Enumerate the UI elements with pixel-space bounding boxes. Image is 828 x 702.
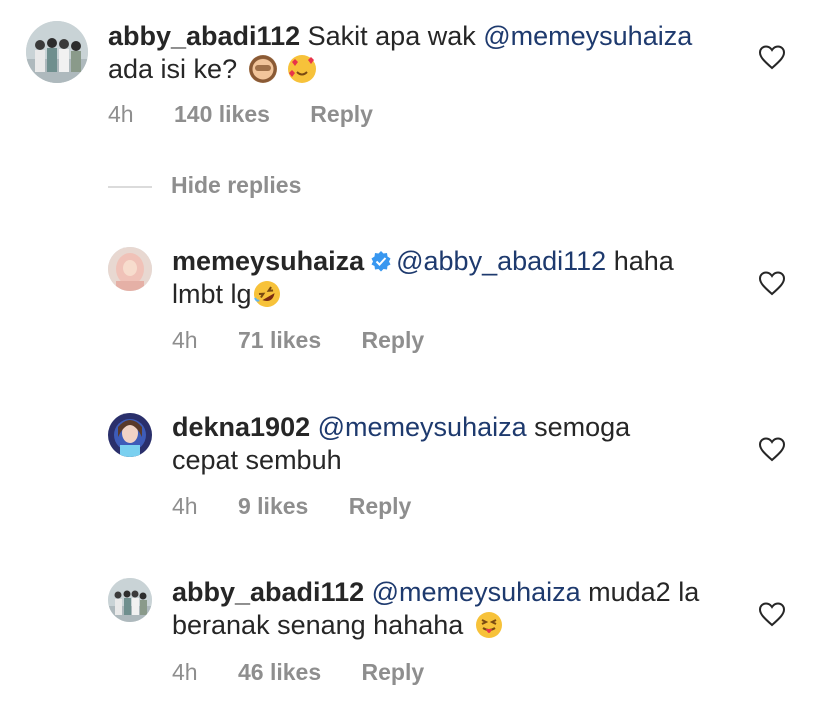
- reply-text-2: beranak senang hahaha: [172, 610, 464, 640]
- reply-text: haha: [606, 246, 674, 276]
- reply-time: 4h: [172, 327, 198, 353]
- smiling-face-with-hearts-emoji: [288, 55, 317, 83]
- comment-likes[interactable]: 140 likes: [174, 101, 270, 128]
- reply-body: memeysuhaiza @abby_abadi112 haha lmbt lg: [172, 245, 742, 311]
- avatar-character: [108, 413, 152, 457]
- reply-body: dekna1902 @memeysuhaiza semoga cepat sem…: [172, 411, 742, 477]
- comment-meta: 4h 140 likes Reply: [108, 101, 373, 128]
- reply-meta: 4h 9 likes Reply: [172, 493, 411, 520]
- comment-time: 4h: [108, 101, 134, 127]
- reply-time: 4h: [172, 493, 198, 519]
- reply-username[interactable]: dekna1902: [172, 412, 310, 442]
- avatar[interactable]: [26, 21, 88, 83]
- reply-likes[interactable]: 9 likes: [238, 493, 308, 520]
- reply-likes[interactable]: 46 likes: [238, 659, 321, 686]
- comment-username[interactable]: abby_abadi112: [108, 21, 300, 51]
- comment-reply-button[interactable]: Reply: [310, 101, 373, 128]
- rolling-on-floor-laughing-emoji: [253, 280, 281, 308]
- squinting-face-with-tongue-emoji: [475, 611, 503, 639]
- reply-time: 4h: [172, 659, 198, 685]
- avatar-portrait: [108, 247, 152, 291]
- avatar[interactable]: [108, 578, 152, 622]
- avatar[interactable]: [108, 247, 152, 291]
- heart-outline-icon[interactable]: [758, 270, 786, 296]
- comment-text: Sakit apa wak: [307, 21, 484, 51]
- avatar-group-photo: [26, 21, 88, 83]
- hide-replies-button[interactable]: Hide replies: [108, 172, 408, 202]
- divider-line: [108, 186, 152, 188]
- verified-badge-icon: [371, 251, 391, 272]
- comment-text-2: ada isi ke?: [108, 54, 238, 84]
- reply-reply-button[interactable]: Reply: [349, 493, 412, 520]
- comment-mention[interactable]: @memeysuhaiza: [483, 21, 692, 51]
- reply-reply-button[interactable]: Reply: [362, 659, 425, 686]
- reply-reply-button[interactable]: Reply: [362, 327, 425, 354]
- reply-mention[interactable]: @memeysuhaiza: [318, 412, 527, 442]
- reply-text-2: cepat sembuh: [172, 445, 342, 475]
- heart-outline-icon[interactable]: [758, 44, 786, 70]
- reply-text: semoga: [526, 412, 631, 442]
- reply-mention[interactable]: @abby_abadi112: [396, 246, 606, 276]
- comment-body: abby_abadi112 Sakit apa wak @memeysuhaiz…: [108, 20, 748, 86]
- reply-username[interactable]: abby_abadi112: [172, 577, 364, 607]
- heart-outline-icon[interactable]: [758, 436, 786, 462]
- reply-username[interactable]: memeysuhaiza: [172, 246, 364, 276]
- reply-meta: 4h 46 likes Reply: [172, 659, 424, 686]
- reply-body: abby_abadi112 @memeysuhaiza muda2 la ber…: [172, 576, 742, 642]
- see-no-evil-monkey-emoji: [248, 55, 277, 83]
- avatar[interactable]: [108, 413, 152, 457]
- avatar-group-photo: [108, 578, 152, 622]
- heart-outline-icon[interactable]: [758, 601, 786, 627]
- reply-text-2: lmbt lg: [172, 279, 252, 309]
- reply-mention[interactable]: @memeysuhaiza: [372, 577, 581, 607]
- hide-replies-label: Hide replies: [171, 172, 302, 198]
- reply-likes[interactable]: 71 likes: [238, 327, 321, 354]
- reply-text: muda2 la: [580, 577, 700, 607]
- reply-meta: 4h 71 likes Reply: [172, 327, 424, 354]
